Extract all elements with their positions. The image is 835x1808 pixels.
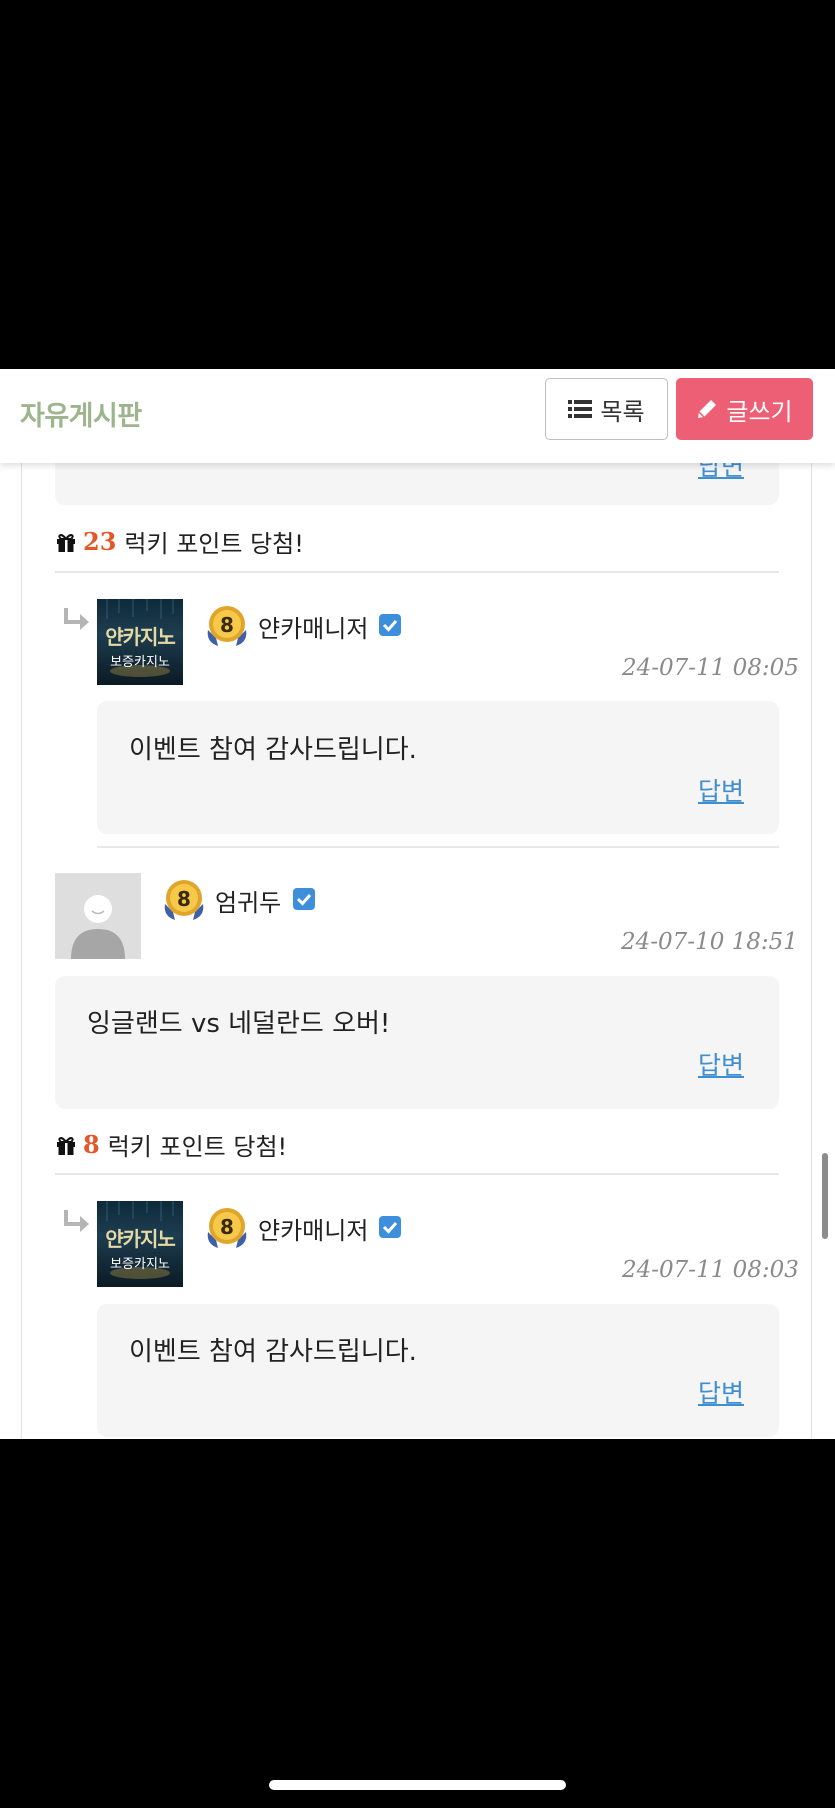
board-title[interactable]: 자유게시판 (20, 394, 142, 433)
reply-arrow-icon (62, 606, 92, 636)
scrollbar[interactable] (822, 1153, 828, 1239)
avatar-logo-text: 얀카지노 (105, 625, 176, 649)
comment-date: 24-07-11 08:05 (622, 655, 799, 681)
lucky-points-value: 8 (83, 1130, 100, 1159)
divider (55, 571, 779, 573)
divider (97, 846, 779, 848)
comment-bubble (97, 701, 779, 834)
avatar[interactable] (55, 873, 141, 959)
level-number: 8 (220, 1215, 234, 1239)
list-icon (568, 399, 593, 419)
level-number: 8 (177, 887, 191, 911)
comment-text: 이벤트 참여 감사드립니다. (129, 1337, 417, 1367)
avatar[interactable]: 얀카지노 보증카지노 (97, 599, 183, 685)
avatar-logo-subtext: 보증카지노 (110, 655, 170, 670)
avatar-logo-subtext: 보증카지노 (110, 1257, 170, 1272)
reply-arrow-icon (62, 1208, 92, 1238)
lucky-point-line: 8 럭키 포인트 당첨! (55, 1127, 287, 1162)
list-button[interactable]: 목록 (545, 378, 668, 440)
write-button[interactable]: 글쓰기 (676, 378, 813, 440)
comment-date: 24-07-10 18:51 (621, 929, 798, 955)
lucky-points-value: 23 (83, 527, 117, 556)
gift-icon (55, 531, 77, 553)
home-indicator[interactable] (269, 1780, 566, 1790)
reply-link[interactable]: 답변 (698, 1374, 744, 1410)
level-number: 8 (220, 613, 234, 637)
avatar[interactable]: 얀카지노 보증카지노 (97, 1201, 183, 1287)
divider (55, 1173, 779, 1175)
nickname[interactable]: 얀카매니저 (258, 609, 368, 644)
level-badge-icon: 8 (159, 876, 209, 926)
reply-link[interactable]: 답변 (698, 1046, 744, 1082)
board-content: 답변 23 럭키 포인트 당첨! 얀카지노 보증카지노 8 얀카매니저 24-0… (0, 369, 835, 1439)
verified-check-icon (379, 614, 401, 636)
nickname[interactable]: 엄귀두 (215, 883, 281, 918)
level-badge-icon: 8 (202, 602, 252, 652)
lucky-points-label: 럭키 포인트 당첨! (107, 1133, 288, 1161)
comment-bubble (97, 1304, 779, 1437)
comment-text: 이벤트 참여 감사드립니다. (129, 735, 417, 765)
comment-text: 잉글랜드 vs 네덜란드 오버! (87, 1009, 391, 1039)
comment-bubble (55, 976, 779, 1109)
verified-check-icon (379, 1216, 401, 1238)
comment-date: 24-07-11 08:03 (622, 1257, 799, 1283)
write-button-label: 글쓰기 (726, 397, 793, 426)
lucky-point-line: 23 럭키 포인트 당첨! (55, 524, 304, 559)
board-header: 자유게시판 목록 글쓰기 (0, 369, 835, 463)
avatar-logo-text: 얀카지노 (105, 1227, 176, 1251)
lucky-points-label: 럭키 포인트 당첨! (124, 530, 304, 558)
nickname[interactable]: 얀카매니저 (258, 1211, 368, 1246)
reply-link[interactable]: 답변 (698, 772, 744, 808)
pencil-icon (696, 398, 718, 420)
list-button-label: 목록 (600, 397, 645, 426)
level-badge-icon: 8 (202, 1204, 252, 1254)
gift-icon (55, 1134, 77, 1156)
verified-check-icon (293, 888, 315, 910)
page: 답변 23 럭키 포인트 당첨! 얀카지노 보증카지노 8 얀카매니저 24-0… (0, 0, 835, 1808)
